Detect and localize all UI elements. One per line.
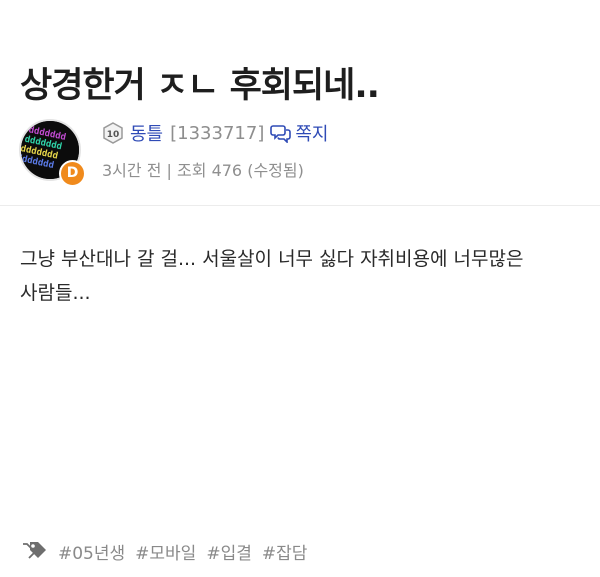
tag-link[interactable]: #05년생 [58, 539, 125, 564]
post-title: 상경한거 ㅈㄴ 후회되네.. [20, 66, 380, 107]
meta-separator: | [166, 161, 172, 180]
tag-link[interactable]: #모바일 [135, 539, 196, 564]
post-meta: 3시간 전 | 조회 476 (수정됨) [102, 157, 304, 181]
tag-link[interactable]: #잡담 [262, 539, 308, 564]
level-badge-icon: 10 [102, 122, 124, 144]
post-time: 3시간 전 [102, 161, 162, 180]
views-label: 조회 [177, 161, 207, 180]
author-nickname[interactable]: 동틀 [130, 120, 163, 146]
edited-flag: (수정됨) [247, 161, 304, 180]
grade-badge: D [59, 160, 86, 187]
views-count: 476 [211, 161, 243, 180]
speech-bubbles-icon [270, 123, 292, 144]
author-user-id: [1333717] [170, 122, 265, 144]
message-label: 쪽지 [295, 124, 329, 145]
tag-list: #05년생 #모바일 #입결 #잡담 [22, 538, 317, 564]
tags-icon [22, 540, 48, 562]
author-line: 10 동틀 [1333717] 쪽지 [102, 121, 328, 145]
post-body: 그냥 부산대나 갈 걸... 서울살이 너무 싫다 자취비용에 너무많은 사람들… [20, 248, 524, 304]
level-number: 10 [107, 130, 120, 140]
message-button[interactable]: 쪽지 [270, 120, 328, 146]
divider [0, 205, 600, 206]
tag-link[interactable]: #입결 [206, 539, 252, 564]
